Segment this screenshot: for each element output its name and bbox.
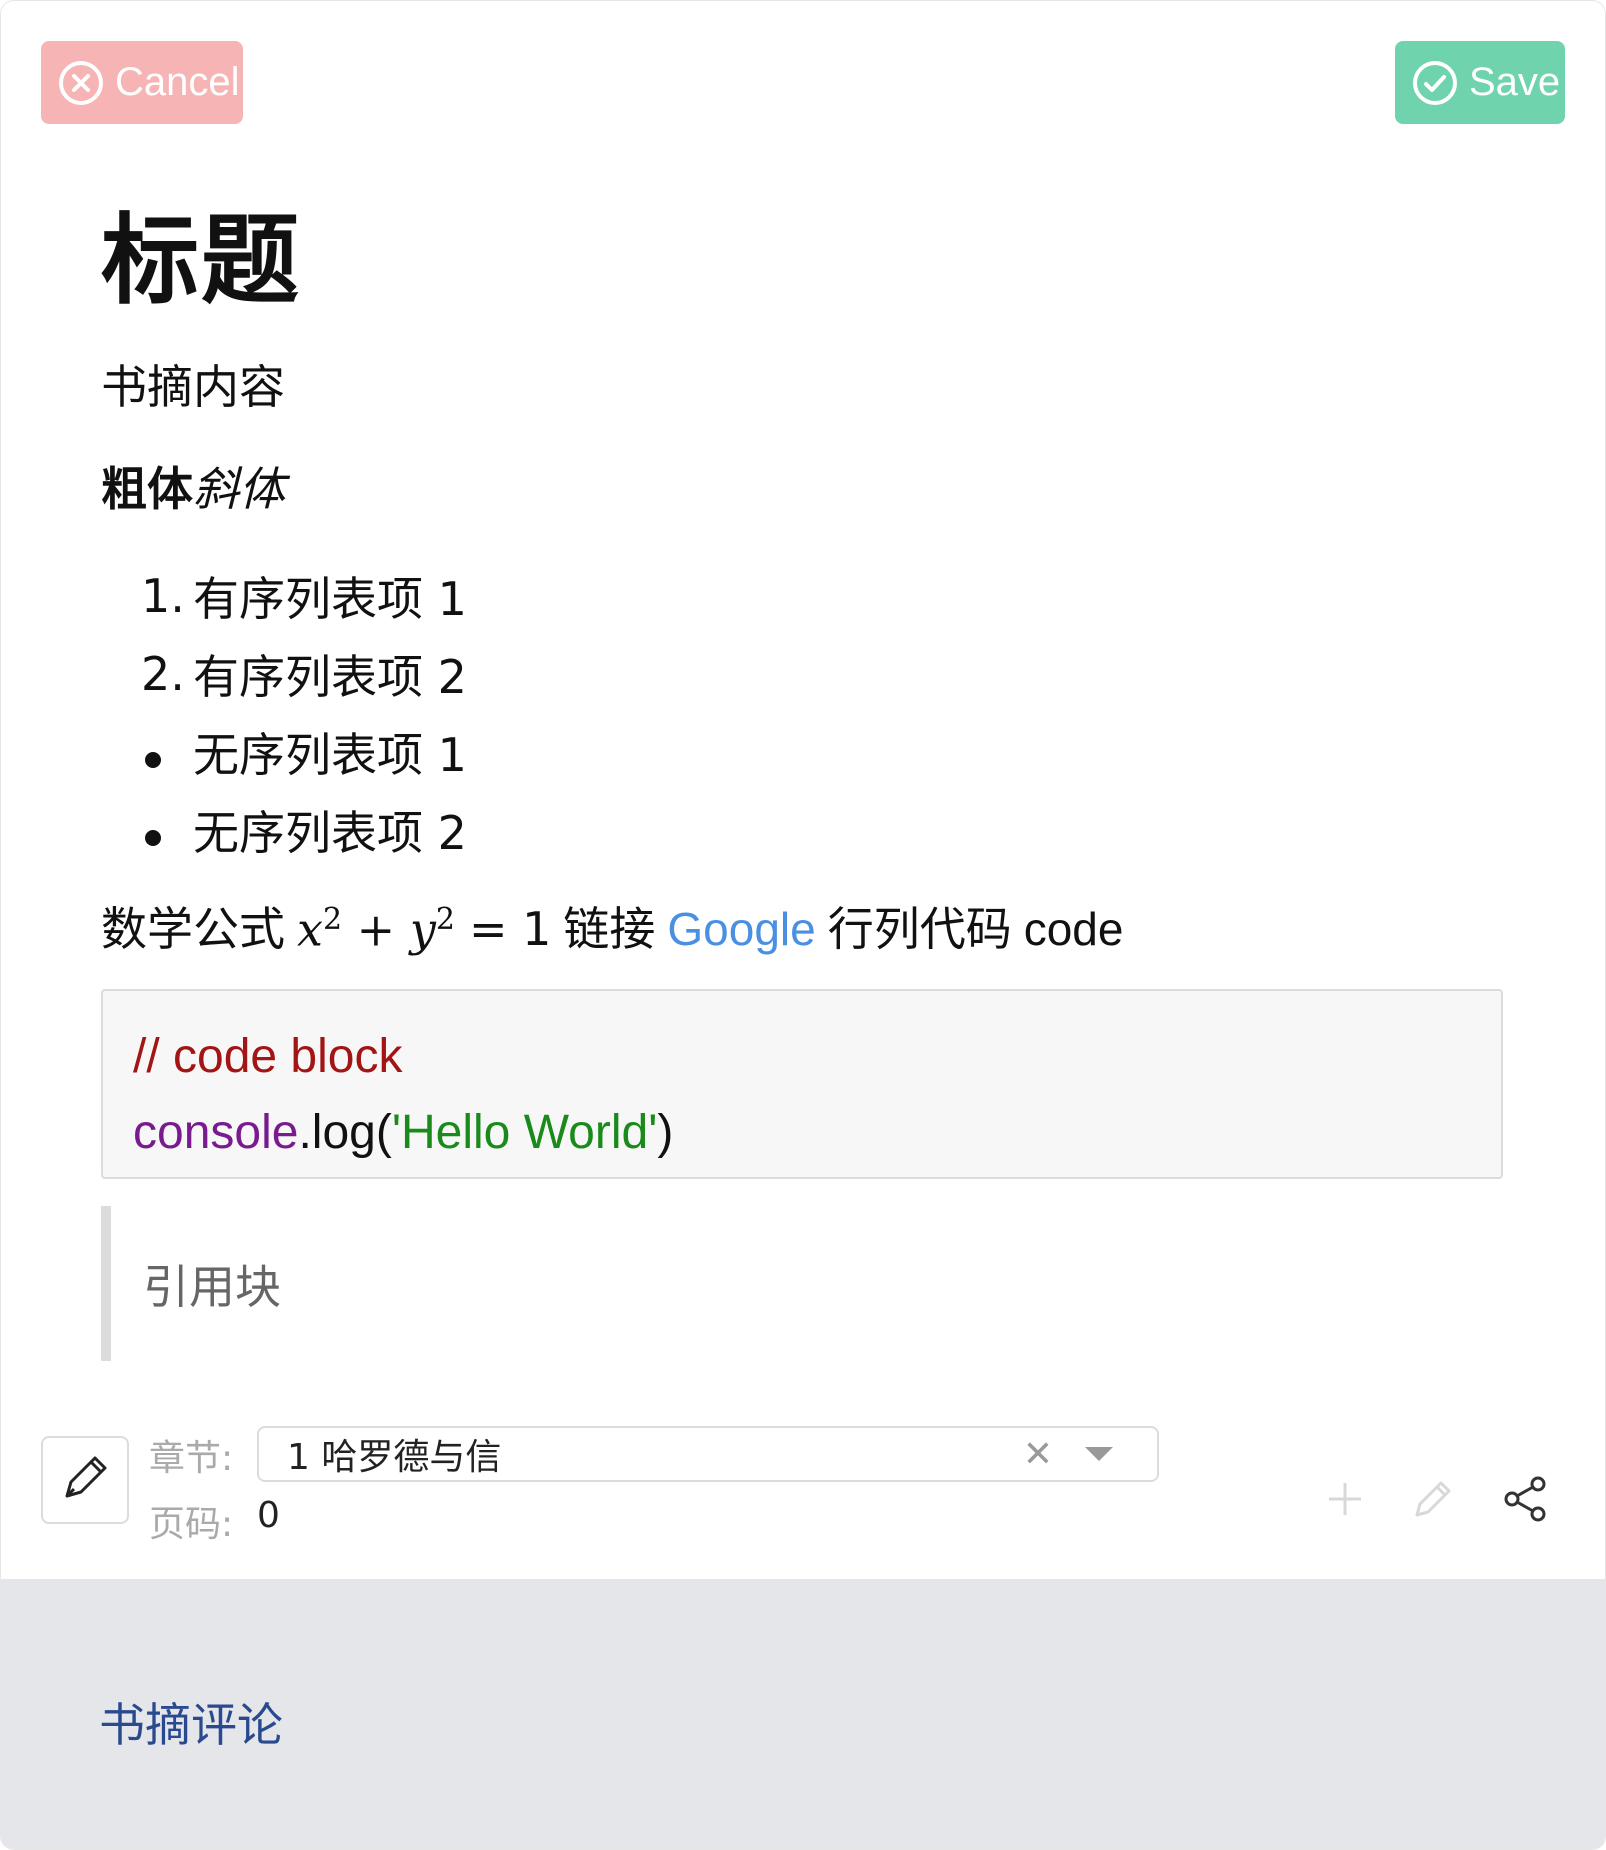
math-equals: = 1 xyxy=(468,902,552,956)
list-item-text: 无序列表项 2 xyxy=(193,806,467,860)
page-value[interactable]: 0 xyxy=(257,1495,280,1536)
note-card: Cancel Save 标题 书摘内容 粗体斜体 1. 有序列表项 1 2. 有… xyxy=(0,0,1606,1850)
quote-text: 引用块 xyxy=(143,1259,281,1314)
comments-footer: 书摘评论 xyxy=(1,1579,1605,1849)
page-label: 页码: xyxy=(149,1504,234,1545)
formatted-text: 粗体斜体 xyxy=(101,453,285,519)
edit-note-button[interactable] xyxy=(41,1436,129,1524)
google-link[interactable]: Google xyxy=(667,902,815,956)
ordered-list-item: 2. 有序列表项 2 xyxy=(141,635,467,713)
list-item-text: 有序列表项 2 xyxy=(193,650,467,704)
link-prefix: 链接 xyxy=(563,902,656,956)
note-title: 标题 xyxy=(101,204,302,318)
list-marker: 1. xyxy=(141,569,185,623)
share-button[interactable] xyxy=(1495,1471,1555,1531)
chapter-select[interactable]: 1 哈罗德与信 ✕ xyxy=(257,1426,1159,1482)
edit-button[interactable] xyxy=(1403,1471,1463,1531)
pencil-icon xyxy=(1409,1475,1457,1528)
italic-text: 斜体 xyxy=(193,462,285,516)
math-prefix: 数学公式 xyxy=(101,902,285,956)
code-prefix: 行列代码 xyxy=(827,902,1012,956)
comments-link[interactable]: 书摘评论 xyxy=(99,1689,283,1755)
cancel-button[interactable]: Cancel xyxy=(41,41,243,124)
code-comment: // code block xyxy=(133,1030,403,1083)
list-item-text: 无序列表项 1 xyxy=(193,728,467,782)
paragraph: 书摘内容 xyxy=(101,360,285,414)
code-line: console.log('Hello World') xyxy=(133,1106,674,1159)
chapter-label: 章节: xyxy=(149,1438,234,1479)
pencil-icon xyxy=(57,1450,113,1511)
math-formula: x2 + y2 xyxy=(297,901,455,956)
unordered-list-item: 无序列表项 1 xyxy=(141,713,467,791)
chapter-value: 1 哈罗德与信 xyxy=(287,1437,502,1478)
list-marker: 2. xyxy=(141,647,185,701)
inline-code: code xyxy=(1023,903,1124,955)
plus-icon xyxy=(1325,1479,1365,1524)
blockquote: 引用块 xyxy=(101,1206,1503,1361)
circle-check-icon xyxy=(1411,59,1459,107)
bold-text: 粗体 xyxy=(101,462,193,516)
list-block: 1. 有序列表项 1 2. 有序列表项 2 无序列表项 1 无序列表项 2 xyxy=(141,557,467,869)
list-item-text: 有序列表项 1 xyxy=(193,572,467,626)
bullet-marker xyxy=(141,725,193,779)
chevron-down-icon[interactable] xyxy=(1085,1447,1113,1461)
add-button[interactable] xyxy=(1315,1471,1375,1531)
save-button[interactable]: Save xyxy=(1395,41,1565,124)
cancel-label: Cancel xyxy=(115,60,240,104)
save-label: Save xyxy=(1469,60,1561,104)
ordered-list-item: 1. 有序列表项 1 xyxy=(141,557,467,635)
share-icon xyxy=(1500,1474,1550,1529)
bullet-marker xyxy=(141,803,193,857)
code-block: // code block console.log('Hello World') xyxy=(101,989,1503,1179)
circle-x-icon xyxy=(57,59,105,107)
unordered-list-item: 无序列表项 2 xyxy=(141,791,467,869)
clear-icon[interactable]: ✕ xyxy=(1023,1434,1053,1475)
inline-elements-line: 数学公式 x2 + y2 = 1 链接 Google 行列代码 code xyxy=(101,893,1123,959)
